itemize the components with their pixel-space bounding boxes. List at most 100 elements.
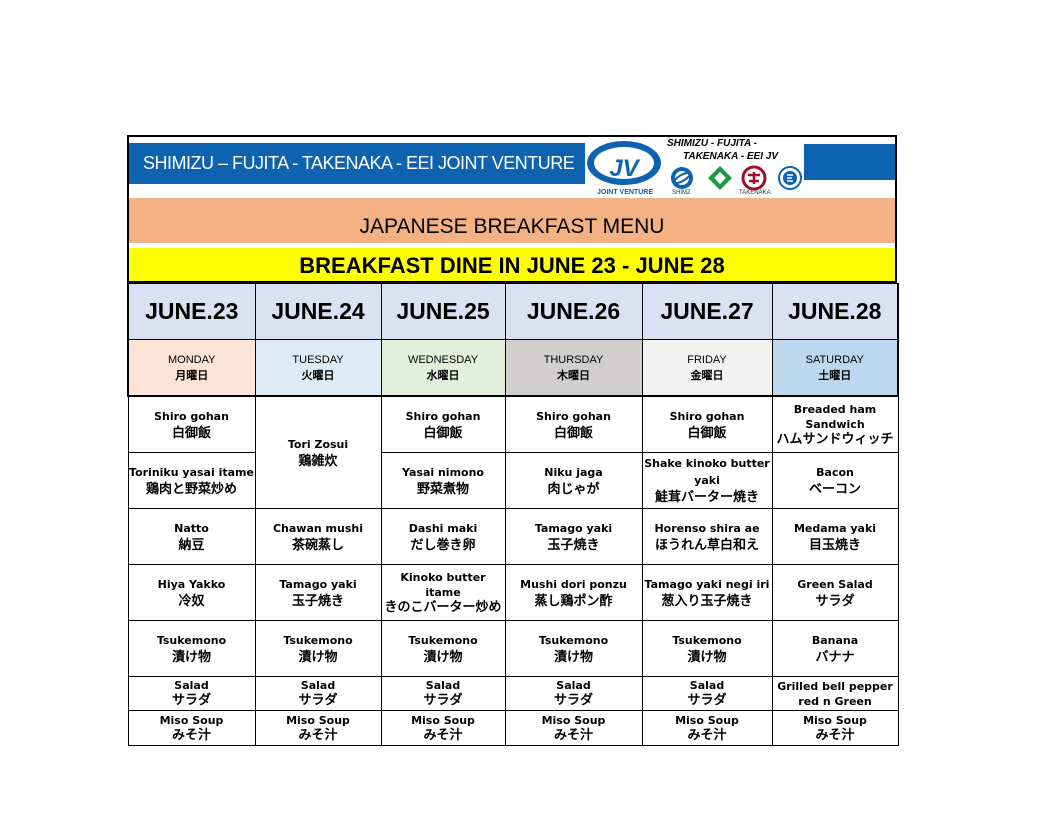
dish-jp: 白御飯 bbox=[553, 425, 593, 441]
menu-item: Shiro gohan 白御飯 bbox=[504, 395, 643, 453]
date-sat: JUNE.28 bbox=[771, 283, 899, 340]
menu-item: Salad サラダ bbox=[504, 676, 643, 711]
dish-jp: だし巻き卵 bbox=[410, 537, 476, 553]
menu-item: Breaded ham Sandwich ハムサンドウィッチ bbox=[771, 395, 899, 453]
menu-item: Medama yaki 目玉焼き bbox=[771, 508, 899, 565]
dish-en: Salad bbox=[425, 679, 461, 692]
dish-jp: 茶碗蒸し bbox=[291, 537, 344, 553]
menu-item: Salad サラダ bbox=[380, 676, 506, 711]
date-thu: JUNE.26 bbox=[504, 283, 643, 340]
dish-jp: みそ汁 bbox=[423, 727, 463, 743]
dish-en: Yasai nimono bbox=[402, 465, 484, 479]
weekday-en: MONDAY bbox=[168, 353, 216, 366]
company-banner: SHIMIZU – FUJITA - TAKENAKA - EEI JOINT … bbox=[129, 143, 585, 184]
date-wed: JUNE.25 bbox=[380, 283, 506, 340]
dish-en: Shiro gohan bbox=[405, 409, 481, 423]
weekday-en: WEDNESDAY bbox=[407, 353, 479, 366]
menu-item: Miso Soup みそ汁 bbox=[504, 710, 643, 746]
menu-item: Tsukemono 漬け物 bbox=[641, 620, 773, 677]
dish-en: Tori Zosui bbox=[287, 437, 349, 451]
dish-en: Tamago yaki bbox=[279, 577, 357, 591]
dish-en: Shiro gohan bbox=[536, 409, 611, 423]
dish-jp: サラダ bbox=[423, 693, 463, 708]
dish-jp: ベーコン bbox=[808, 481, 861, 497]
dish-jp: 白御飯 bbox=[687, 425, 727, 441]
menu-item: Salad サラダ bbox=[254, 676, 382, 711]
weekday-sat: SATURDAY 土曜日 bbox=[771, 339, 899, 397]
menu-item: Yasai nimono 野菜煮物 bbox=[380, 452, 506, 509]
menu-item: Miso Soup みそ汁 bbox=[771, 710, 899, 746]
dish-en: Shiro gohan bbox=[669, 409, 745, 423]
weekday-en: SATURDAY bbox=[805, 353, 864, 366]
menu-item: Niku jaga 肉じゃが bbox=[504, 452, 643, 509]
menu-item: Miso Soup みそ汁 bbox=[127, 710, 256, 746]
dish-en: Tsukemono bbox=[672, 633, 742, 647]
dish-en: Miso Soup bbox=[286, 713, 350, 727]
menu-item: Dashi maki だし巻き卵 bbox=[380, 508, 506, 565]
menu-item: Miso Soup みそ汁 bbox=[641, 710, 773, 746]
jv-logo-oval: JV bbox=[587, 141, 661, 185]
menu-item: Salad サラダ bbox=[641, 676, 773, 711]
dish-jp: サラダ bbox=[687, 693, 727, 708]
dish-jp: 漬け物 bbox=[553, 649, 593, 665]
dish-en: Toriniku yasai itame bbox=[129, 465, 254, 479]
partner-names-line2: TAKENAKA - EEI JV bbox=[683, 151, 779, 162]
dish-en: Salad bbox=[300, 679, 336, 692]
dish-jp: 白御飯 bbox=[423, 425, 463, 441]
menu-item: Shiro gohan 白御飯 bbox=[641, 395, 773, 453]
menu-item: Green Salad サラダ bbox=[771, 564, 899, 621]
dish-en: Breaded ham Sandwich bbox=[793, 402, 877, 431]
menu-item: Tamago yaki 玉子焼き bbox=[504, 508, 643, 565]
weekday-jp: 水曜日 bbox=[426, 369, 460, 382]
dish-jp: みそ汁 bbox=[171, 727, 211, 743]
menu-item: Kinoko butter itame きのこバーター炒め bbox=[380, 564, 506, 621]
dish-jp: サラダ bbox=[553, 693, 593, 708]
dish-jp: ほうれん草白和え bbox=[654, 537, 759, 553]
dish-jp: 葱入り玉子焼き bbox=[661, 593, 753, 609]
menu-item: Natto 納豆 bbox=[127, 508, 256, 565]
dish-en: Tsukemono bbox=[538, 633, 609, 647]
menu-item: Tamago yaki 玉子焼き bbox=[254, 564, 382, 621]
dish-en: Salad bbox=[556, 679, 591, 692]
menu-row: Toriniku yasai itame 鶏肉と野菜炒め Yasai nimono… bbox=[127, 452, 899, 509]
menu-item: Salad サラダ bbox=[127, 676, 256, 711]
menu-item: Horenso shira ae ほうれん草白和え bbox=[641, 508, 773, 565]
dish-jp: みそ汁 bbox=[553, 727, 593, 743]
menu-item: Miso Soup みそ汁 bbox=[254, 710, 382, 746]
menu-row: Miso Soup みそ汁 Miso Soup みそ汁 Miso Soup みそ汁 M… bbox=[127, 710, 899, 746]
dish-jp: 白御飯 bbox=[171, 425, 211, 441]
dish-en: Salad bbox=[174, 679, 209, 692]
menu-item: Banana バナナ bbox=[771, 620, 899, 677]
date-row: JUNE.23 JUNE.24 JUNE.25 JUNE.26 JUNE.27 … bbox=[127, 283, 899, 340]
weekday-row: MONDAY 月曜日 TUESDAY 火曜日 WEDNESDAY 水曜日 THURSD… bbox=[127, 339, 899, 397]
date-mon: JUNE.23 bbox=[127, 283, 256, 340]
menu-item: Chawan mushi 茶碗蒸し bbox=[254, 508, 382, 565]
dish-jp: 漬け物 bbox=[171, 649, 211, 665]
dish-jp: サラダ bbox=[298, 693, 338, 708]
eei-logo-icon bbox=[778, 166, 802, 190]
menu-item: Hiya Yakko 冷奴 bbox=[127, 564, 256, 621]
dish-en: Shiro gohan bbox=[154, 409, 229, 423]
dish-jp: 冷奴 bbox=[178, 593, 205, 609]
dish-en: Bacon bbox=[816, 465, 854, 479]
date-fri: JUNE.27 bbox=[641, 283, 773, 340]
weekday-thu: THURSDAY 木曜日 bbox=[504, 339, 643, 397]
weekday-wed: WEDNESDAY 水曜日 bbox=[380, 339, 506, 397]
dish-en: Salad bbox=[689, 679, 725, 692]
dish-jp: 鶏雑炊 bbox=[298, 453, 338, 469]
dish-en: Tamago yaki negi iri bbox=[644, 577, 770, 591]
menu-item: Toriniku yasai itame 鶏肉と野菜炒め bbox=[127, 452, 256, 509]
dish-jp: 鮭茸バーター焼き bbox=[654, 490, 759, 505]
menu-item: Tsukemono 漬け物 bbox=[380, 620, 506, 677]
weekday-jp: 木曜日 bbox=[557, 369, 590, 382]
menu-row: Natto 納豆 Chawan mushi 茶碗蒸し Dashi maki だし巻き卵… bbox=[127, 508, 899, 565]
menu-item: Shiro gohan 白御飯 bbox=[127, 395, 256, 453]
menu-item: Miso Soup みそ汁 bbox=[380, 710, 506, 746]
dish-en: Natto bbox=[174, 521, 209, 535]
partner-names: SHIMIZU - FUJITA - TAKENAKA - EEI JV bbox=[667, 137, 807, 163]
shimizu-caption: SHIMZ bbox=[672, 190, 691, 196]
menu-item: Tori Zosui 鶏雑炊 bbox=[254, 395, 382, 509]
breakfast-period: BREAKFAST DINE IN JUNE 23 - JUNE 28 bbox=[129, 248, 895, 281]
dish-en: Medama yaki bbox=[793, 521, 877, 535]
menu-row: Shiro gohan 白御飯 Tori Zosui 鶏雑炊 Shiro gohan… bbox=[127, 395, 899, 509]
